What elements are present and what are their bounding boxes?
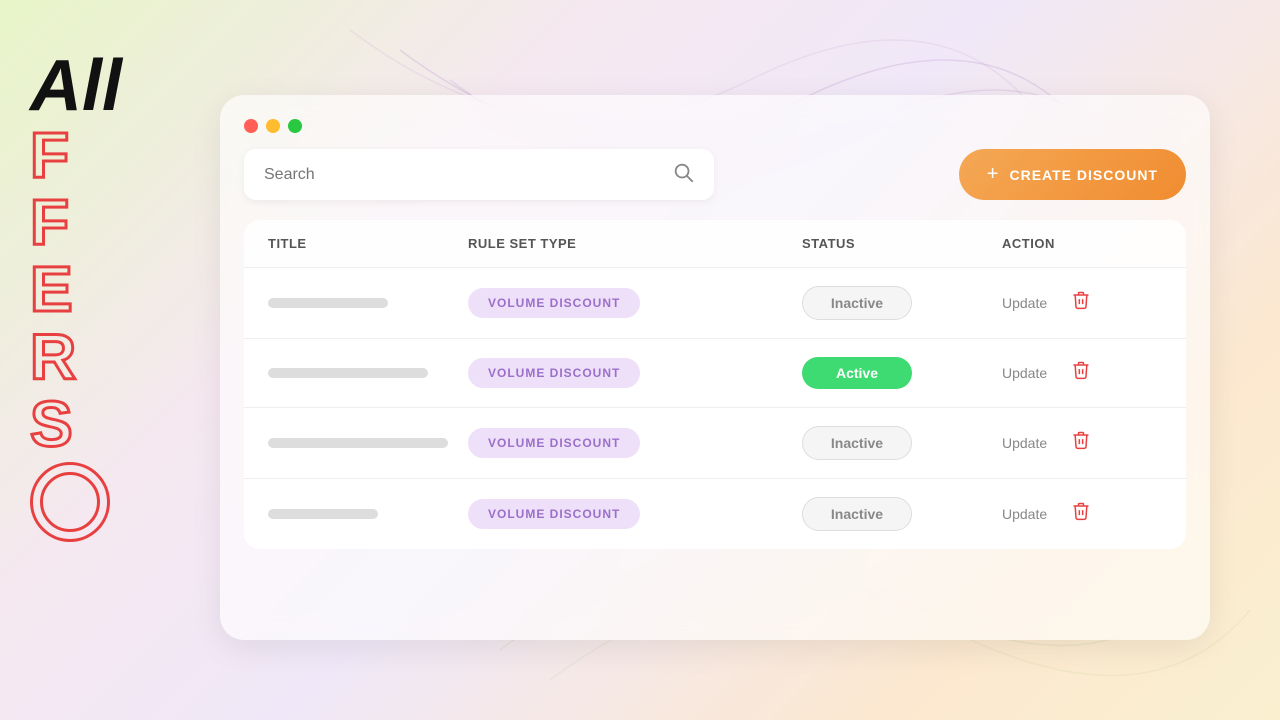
rule-set-badge: VOLUME DISCOUNT xyxy=(468,428,640,458)
side-circle-inner xyxy=(40,472,100,532)
update-link[interactable]: Update xyxy=(1002,435,1047,451)
create-discount-plus-icon: + xyxy=(987,163,1000,186)
delete-icon[interactable] xyxy=(1071,360,1091,386)
row-1-title xyxy=(268,298,468,308)
update-link[interactable]: Update xyxy=(1002,365,1047,381)
col-header-status: STATUS xyxy=(802,236,1002,251)
table-header: TITLE RULE SET TYPE STATUS ACTION xyxy=(244,220,1186,267)
window-dot-red[interactable] xyxy=(244,119,258,133)
rule-set-badge: VOLUME DISCOUNT xyxy=(468,499,640,529)
side-all-text: All xyxy=(30,50,122,122)
status-badge-active: Active xyxy=(802,357,912,389)
side-letter-e: E xyxy=(30,256,76,323)
window-controls xyxy=(244,119,1186,133)
row-2-action: Update xyxy=(1002,360,1162,386)
row-4-status: Inactive xyxy=(802,497,1002,531)
col-header-title: TITLE xyxy=(268,236,468,251)
row-3-title xyxy=(268,438,468,448)
search-input[interactable] xyxy=(264,166,660,184)
row-4-rule-set: VOLUME DISCOUNT xyxy=(468,499,802,529)
row-3-action: Update xyxy=(1002,430,1162,456)
side-letters: F F E R S xyxy=(30,122,76,458)
row-2-rule-set: VOLUME DISCOUNT xyxy=(468,358,802,388)
table-row: VOLUME DISCOUNT Active Update xyxy=(244,338,1186,407)
status-badge-inactive: Inactive xyxy=(802,426,912,460)
side-letter-r: R xyxy=(30,324,76,391)
window-dot-green[interactable] xyxy=(288,119,302,133)
window-dot-yellow[interactable] xyxy=(266,119,280,133)
search-icon xyxy=(672,161,694,188)
side-letter-f1: F xyxy=(30,122,76,189)
main-card: + CREATE DISCOUNT TITLE RULE SET TYPE ST… xyxy=(220,95,1210,640)
delete-icon[interactable] xyxy=(1071,290,1091,316)
rule-set-badge: VOLUME DISCOUNT xyxy=(468,288,640,318)
table-row: VOLUME DISCOUNT Inactive Update xyxy=(244,267,1186,338)
row-1-action: Update xyxy=(1002,290,1162,316)
row-2-title xyxy=(268,368,468,378)
col-header-rule-set-type: RULE SET TYPE xyxy=(468,236,802,251)
delete-icon[interactable] xyxy=(1071,501,1091,527)
update-link[interactable]: Update xyxy=(1002,506,1047,522)
row-1-status: Inactive xyxy=(802,286,1002,320)
row-3-rule-set: VOLUME DISCOUNT xyxy=(468,428,802,458)
side-decoration: All F F E R S xyxy=(30,50,122,542)
side-letter-f2: F xyxy=(30,189,76,256)
table-row: VOLUME DISCOUNT Inactive Update xyxy=(244,407,1186,478)
row-2-status: Active xyxy=(802,357,1002,389)
row-4-title xyxy=(268,509,468,519)
create-discount-button[interactable]: + CREATE DISCOUNT xyxy=(959,149,1186,200)
update-link[interactable]: Update xyxy=(1002,295,1047,311)
row-3-status: Inactive xyxy=(802,426,1002,460)
delete-icon[interactable] xyxy=(1071,430,1091,456)
row-4-action: Update xyxy=(1002,501,1162,527)
side-letter-s: S xyxy=(30,391,76,458)
top-bar: + CREATE DISCOUNT xyxy=(244,149,1186,200)
status-badge-inactive: Inactive xyxy=(802,286,912,320)
col-header-action: ACTION xyxy=(1002,236,1162,251)
discount-table: TITLE RULE SET TYPE STATUS ACTION VOLUME… xyxy=(244,220,1186,549)
side-circle-o xyxy=(30,462,110,542)
search-box xyxy=(244,149,714,200)
rule-set-badge: VOLUME DISCOUNT xyxy=(468,358,640,388)
table-row: VOLUME DISCOUNT Inactive Update xyxy=(244,478,1186,549)
create-discount-label: CREATE DISCOUNT xyxy=(1009,167,1158,183)
status-badge-inactive: Inactive xyxy=(802,497,912,531)
row-1-rule-set: VOLUME DISCOUNT xyxy=(468,288,802,318)
